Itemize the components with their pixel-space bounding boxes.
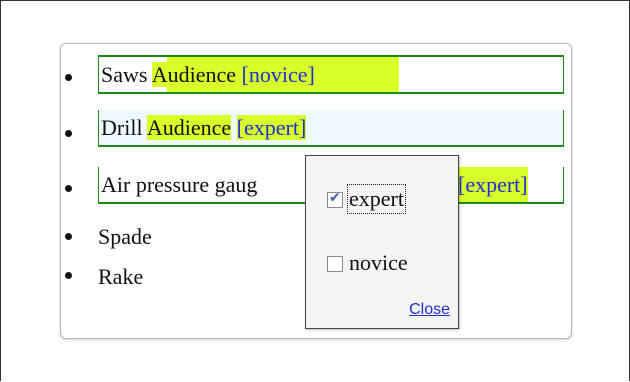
list-item-spade: Spade bbox=[98, 224, 152, 249]
audience-level-link[interactable]: [expert] bbox=[458, 167, 528, 202]
list-item-drill[interactable]: Drill Audience [expert] bbox=[98, 110, 564, 147]
novice-checkbox[interactable] bbox=[327, 256, 343, 272]
list-item-rake: Rake bbox=[98, 264, 144, 289]
expert-checkbox[interactable]: ✔ bbox=[327, 190, 343, 208]
list-bullet bbox=[65, 130, 72, 137]
list-bullet bbox=[65, 185, 72, 192]
audience-level-link[interactable]: [novice] bbox=[241, 62, 315, 87]
list-bullet bbox=[65, 233, 72, 240]
option-label[interactable]: expert bbox=[347, 184, 406, 214]
list-bullet bbox=[65, 74, 72, 81]
list-item-saws[interactable]: Saws Audience [novice] bbox=[98, 55, 564, 94]
list-item-label: Drill Audience [expert] bbox=[101, 115, 307, 140]
close-link[interactable]: Close bbox=[409, 301, 450, 319]
audience-level-link[interactable]: [expert] bbox=[236, 115, 307, 140]
option-label[interactable]: novice bbox=[349, 250, 408, 276]
list-bullet bbox=[65, 272, 72, 279]
audience-popup: ✔ expert novice Close bbox=[305, 155, 459, 329]
list-item-label: Saws Audience [novice] bbox=[101, 62, 315, 87]
checkmark-icon: ✔ bbox=[329, 190, 341, 206]
list-item-label: Air pressure gaug bbox=[101, 172, 258, 197]
